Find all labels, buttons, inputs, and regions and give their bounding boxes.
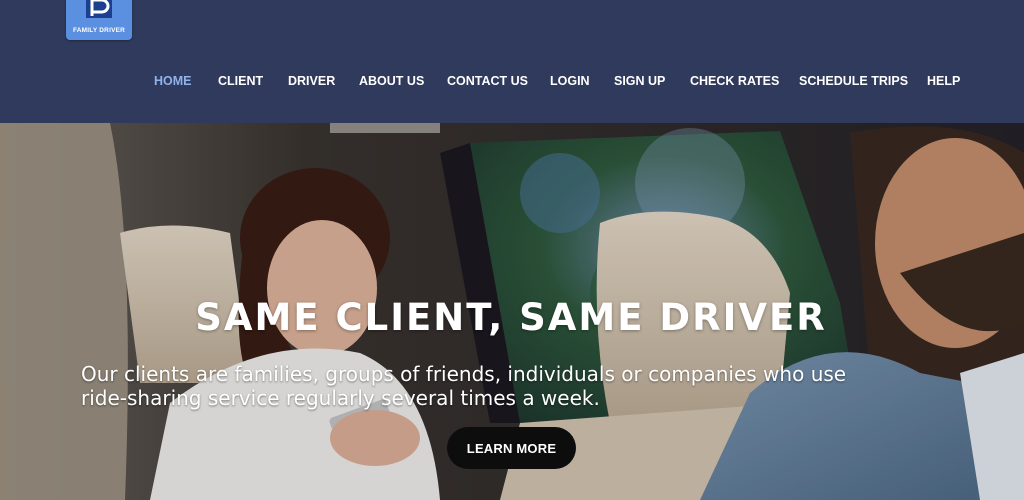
nav-item-help[interactable]: HELP (927, 74, 960, 88)
nav-item-schedule-trips[interactable]: SCHEDULE TRIPS (799, 74, 908, 88)
logo-icon (86, 0, 112, 18)
nav-item-client[interactable]: CLIENT (218, 74, 263, 88)
nav-item-login[interactable]: LOGIN (550, 74, 590, 88)
site-header: FAMILY DRIVER HOME CLIENT DRIVER ABOUT U… (0, 0, 1024, 123)
hero-subtext-line-1: Our clients are families, groups of frie… (81, 362, 847, 386)
brand-name: FAMILY DRIVER (72, 27, 126, 34)
nav-item-contact-us[interactable]: CONTACT US (447, 74, 528, 88)
brand-logo[interactable]: FAMILY DRIVER (66, 0, 132, 40)
learn-more-button[interactable]: LEARN MORE (447, 427, 576, 469)
hero-headline: SAME CLIENT, SAME DRIVER (195, 296, 827, 339)
hero-subtext-line-2: ride-sharing service regularly several t… (81, 386, 600, 410)
nav-item-check-rates[interactable]: CHECK RATES (690, 74, 779, 88)
nav-item-driver[interactable]: DRIVER (288, 74, 335, 88)
nav-item-home[interactable]: HOME (154, 74, 192, 88)
nav-item-about-us[interactable]: ABOUT US (359, 74, 424, 88)
hero-subtext: Our clients are families, groups of frie… (81, 362, 941, 410)
nav-item-sign-up[interactable]: SIGN UP (614, 74, 665, 88)
